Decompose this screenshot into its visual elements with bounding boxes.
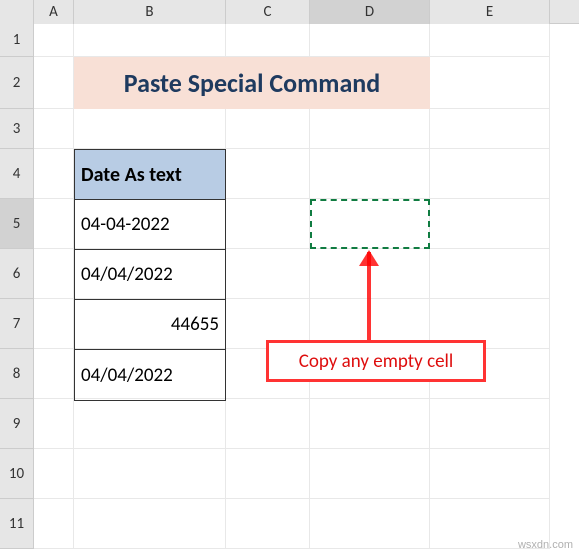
cell-E9[interactable] <box>430 399 550 449</box>
cell-C10[interactable] <box>226 449 310 499</box>
cell-C9[interactable] <box>226 399 310 449</box>
cell-C6[interactable] <box>226 249 310 299</box>
column-headers: A B C D E <box>0 0 579 24</box>
cell-A4[interactable] <box>34 149 74 199</box>
cell-D10[interactable] <box>310 449 430 499</box>
cell-C11[interactable] <box>226 499 310 549</box>
cell-A3[interactable] <box>34 109 74 149</box>
cell-E3[interactable] <box>430 109 550 149</box>
annotation-arrow <box>367 252 371 350</box>
row-header-3[interactable]: 3 <box>0 109 34 149</box>
row-header-7[interactable]: 7 <box>0 299 34 349</box>
row-header-1[interactable]: 1 <box>0 24 34 57</box>
row-headers: 1 2 3 4 5 6 7 8 9 10 11 <box>0 24 34 549</box>
row-header-4[interactable]: 4 <box>0 149 34 199</box>
cell-A11[interactable] <box>34 499 74 549</box>
row-header-9[interactable]: 9 <box>0 399 34 449</box>
row-header-10[interactable]: 10 <box>0 449 34 499</box>
row-header-6[interactable]: 6 <box>0 249 34 299</box>
cell-E5[interactable] <box>430 199 550 249</box>
cell-E2[interactable] <box>430 57 550 109</box>
cell-A1[interactable] <box>34 24 74 57</box>
marching-ants-selection[interactable] <box>310 199 430 249</box>
row-header-5[interactable]: 5 <box>0 199 34 249</box>
col-header-B[interactable]: B <box>74 0 226 24</box>
cell-B9[interactable] <box>74 399 226 449</box>
cell-D3[interactable] <box>310 109 430 149</box>
annotation-callout: Copy any empty cell <box>266 340 486 382</box>
table-row[interactable]: 04/04/2022 <box>75 250 225 300</box>
cell-A9[interactable] <box>34 399 74 449</box>
row-header-11[interactable]: 11 <box>0 499 34 549</box>
col-header-C[interactable]: C <box>226 0 310 24</box>
cell-A5[interactable] <box>34 199 74 249</box>
cell-A6[interactable] <box>34 249 74 299</box>
title-banner: Paste Special Command <box>74 57 430 109</box>
cell-D11[interactable] <box>310 499 430 549</box>
cells-area: Paste Special Command Date As text 04-04… <box>34 24 579 555</box>
cell-D9[interactable] <box>310 399 430 449</box>
cell-A8[interactable] <box>34 349 74 399</box>
col-header-A[interactable]: A <box>34 0 74 24</box>
cell-A10[interactable] <box>34 449 74 499</box>
row-header-2[interactable]: 2 <box>0 57 34 109</box>
cell-B1[interactable] <box>74 24 226 57</box>
data-table: Date As text 04-04-2022 04/04/2022 44655… <box>74 149 226 401</box>
cell-C4[interactable] <box>226 149 310 199</box>
cell-C1[interactable] <box>226 24 310 57</box>
select-all-corner[interactable] <box>0 0 34 24</box>
cell-C3[interactable] <box>226 109 310 149</box>
row-header-8[interactable]: 8 <box>0 349 34 399</box>
cell-B3[interactable] <box>74 109 226 149</box>
cell-E10[interactable] <box>430 449 550 499</box>
spreadsheet-grid: A B C D E 1 2 3 4 5 6 7 8 9 10 11 Paste … <box>0 0 579 555</box>
cell-E4[interactable] <box>430 149 550 199</box>
cell-E1[interactable] <box>430 24 550 57</box>
cell-B11[interactable] <box>74 499 226 549</box>
col-header-D[interactable]: D <box>310 0 430 24</box>
cell-D1[interactable] <box>310 24 430 57</box>
table-row[interactable]: 44655 <box>75 300 225 350</box>
watermark: wsxdn.com <box>518 539 573 551</box>
cell-A2[interactable] <box>34 57 74 109</box>
table-header[interactable]: Date As text <box>75 150 225 200</box>
cell-A7[interactable] <box>34 299 74 349</box>
cell-B10[interactable] <box>74 449 226 499</box>
table-row[interactable]: 04-04-2022 <box>75 200 225 250</box>
cell-E6[interactable] <box>430 249 550 299</box>
table-row[interactable]: 04/04/2022 <box>75 350 225 400</box>
cell-D4[interactable] <box>310 149 430 199</box>
cell-C5[interactable] <box>226 199 310 249</box>
col-header-E[interactable]: E <box>430 0 550 24</box>
